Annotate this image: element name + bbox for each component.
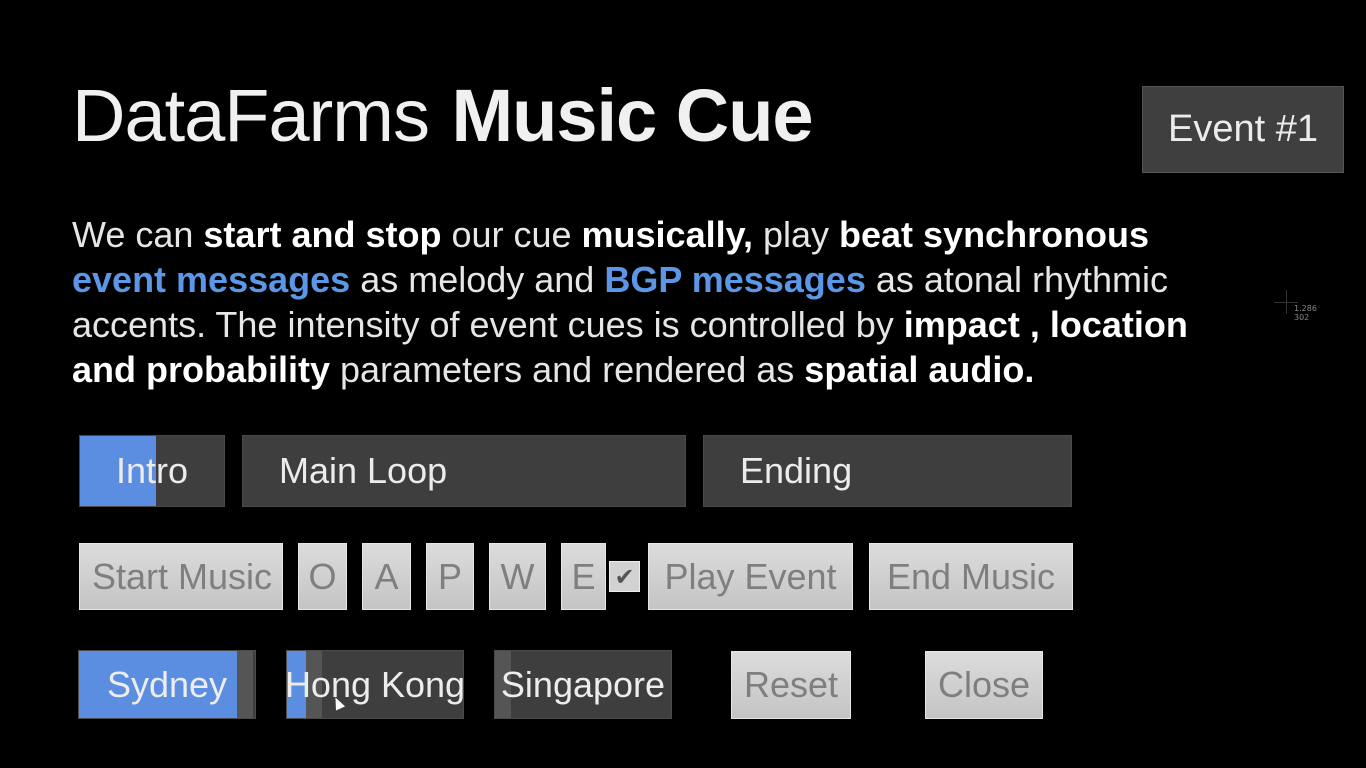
music-cue-screen: DataFarms Music Cue Event #1 We can star… bbox=[0, 0, 1366, 768]
segment-ending[interactable]: Ending bbox=[703, 435, 1072, 507]
desc-highlight: BGP messages bbox=[604, 259, 866, 300]
city-label: Singapore bbox=[500, 663, 666, 705]
o-button[interactable]: O bbox=[298, 543, 347, 610]
desc-bold: start and stop bbox=[203, 214, 442, 255]
play-event-button[interactable]: Play Event bbox=[648, 543, 853, 610]
city-toggle-sydney[interactable]: Sydney bbox=[78, 650, 256, 719]
a-button[interactable]: A bbox=[362, 543, 411, 610]
crosshair-cursor-icon: 1.286 302 bbox=[1274, 290, 1322, 326]
start-music-button[interactable]: Start Music bbox=[79, 543, 283, 610]
end-music-button[interactable]: End Music bbox=[869, 543, 1073, 610]
desc-text: our cue bbox=[441, 214, 582, 255]
e-button[interactable]: E bbox=[561, 543, 606, 610]
city-label: Hong Kong bbox=[286, 663, 464, 705]
desc-bold: musically, bbox=[581, 214, 753, 255]
p-button[interactable]: P bbox=[426, 543, 474, 610]
page-title: DataFarms Music Cue bbox=[72, 72, 814, 160]
event-checkbox[interactable]: ✔ bbox=[609, 561, 640, 592]
cursor-y: 302 bbox=[1294, 313, 1310, 322]
segment-label: Ending bbox=[740, 450, 853, 491]
reset-button[interactable]: Reset bbox=[731, 651, 851, 719]
city-label: Sydney bbox=[106, 663, 228, 705]
event-badge[interactable]: Event #1 bbox=[1142, 86, 1344, 173]
title-bold: Music Cue bbox=[451, 74, 813, 157]
description: We can start and stop our cue musically,… bbox=[72, 212, 1232, 392]
desc-text: play bbox=[752, 214, 839, 255]
checkmark-icon: ✔ bbox=[614, 562, 635, 591]
desc-text: We can bbox=[72, 214, 204, 255]
segment-label: Main Loop bbox=[279, 450, 448, 491]
close-button[interactable]: Close bbox=[925, 651, 1043, 719]
desc-text: as melody and bbox=[350, 259, 605, 300]
segment-main-loop[interactable]: Main Loop bbox=[242, 435, 686, 507]
desc-highlight: event messages bbox=[72, 259, 351, 300]
cursor-x: 1.286 bbox=[1294, 304, 1317, 313]
cursor-coords: 1.286 302 bbox=[1294, 304, 1317, 322]
desc-text: parameters and rendered as bbox=[330, 349, 805, 390]
segment-label: Intro bbox=[115, 450, 189, 491]
w-button[interactable]: W bbox=[489, 543, 546, 610]
city-toggle-singapore[interactable]: Singapore bbox=[494, 650, 672, 719]
city-knob[interactable] bbox=[237, 651, 254, 718]
desc-bold: spatial audio. bbox=[804, 349, 1035, 390]
city-toggle-hong-kong[interactable]: Hong Kong bbox=[286, 650, 464, 719]
segment-intro[interactable]: Intro bbox=[79, 435, 225, 507]
title-light: DataFarms bbox=[72, 74, 430, 157]
desc-bold: beat synchronous bbox=[839, 214, 1150, 255]
